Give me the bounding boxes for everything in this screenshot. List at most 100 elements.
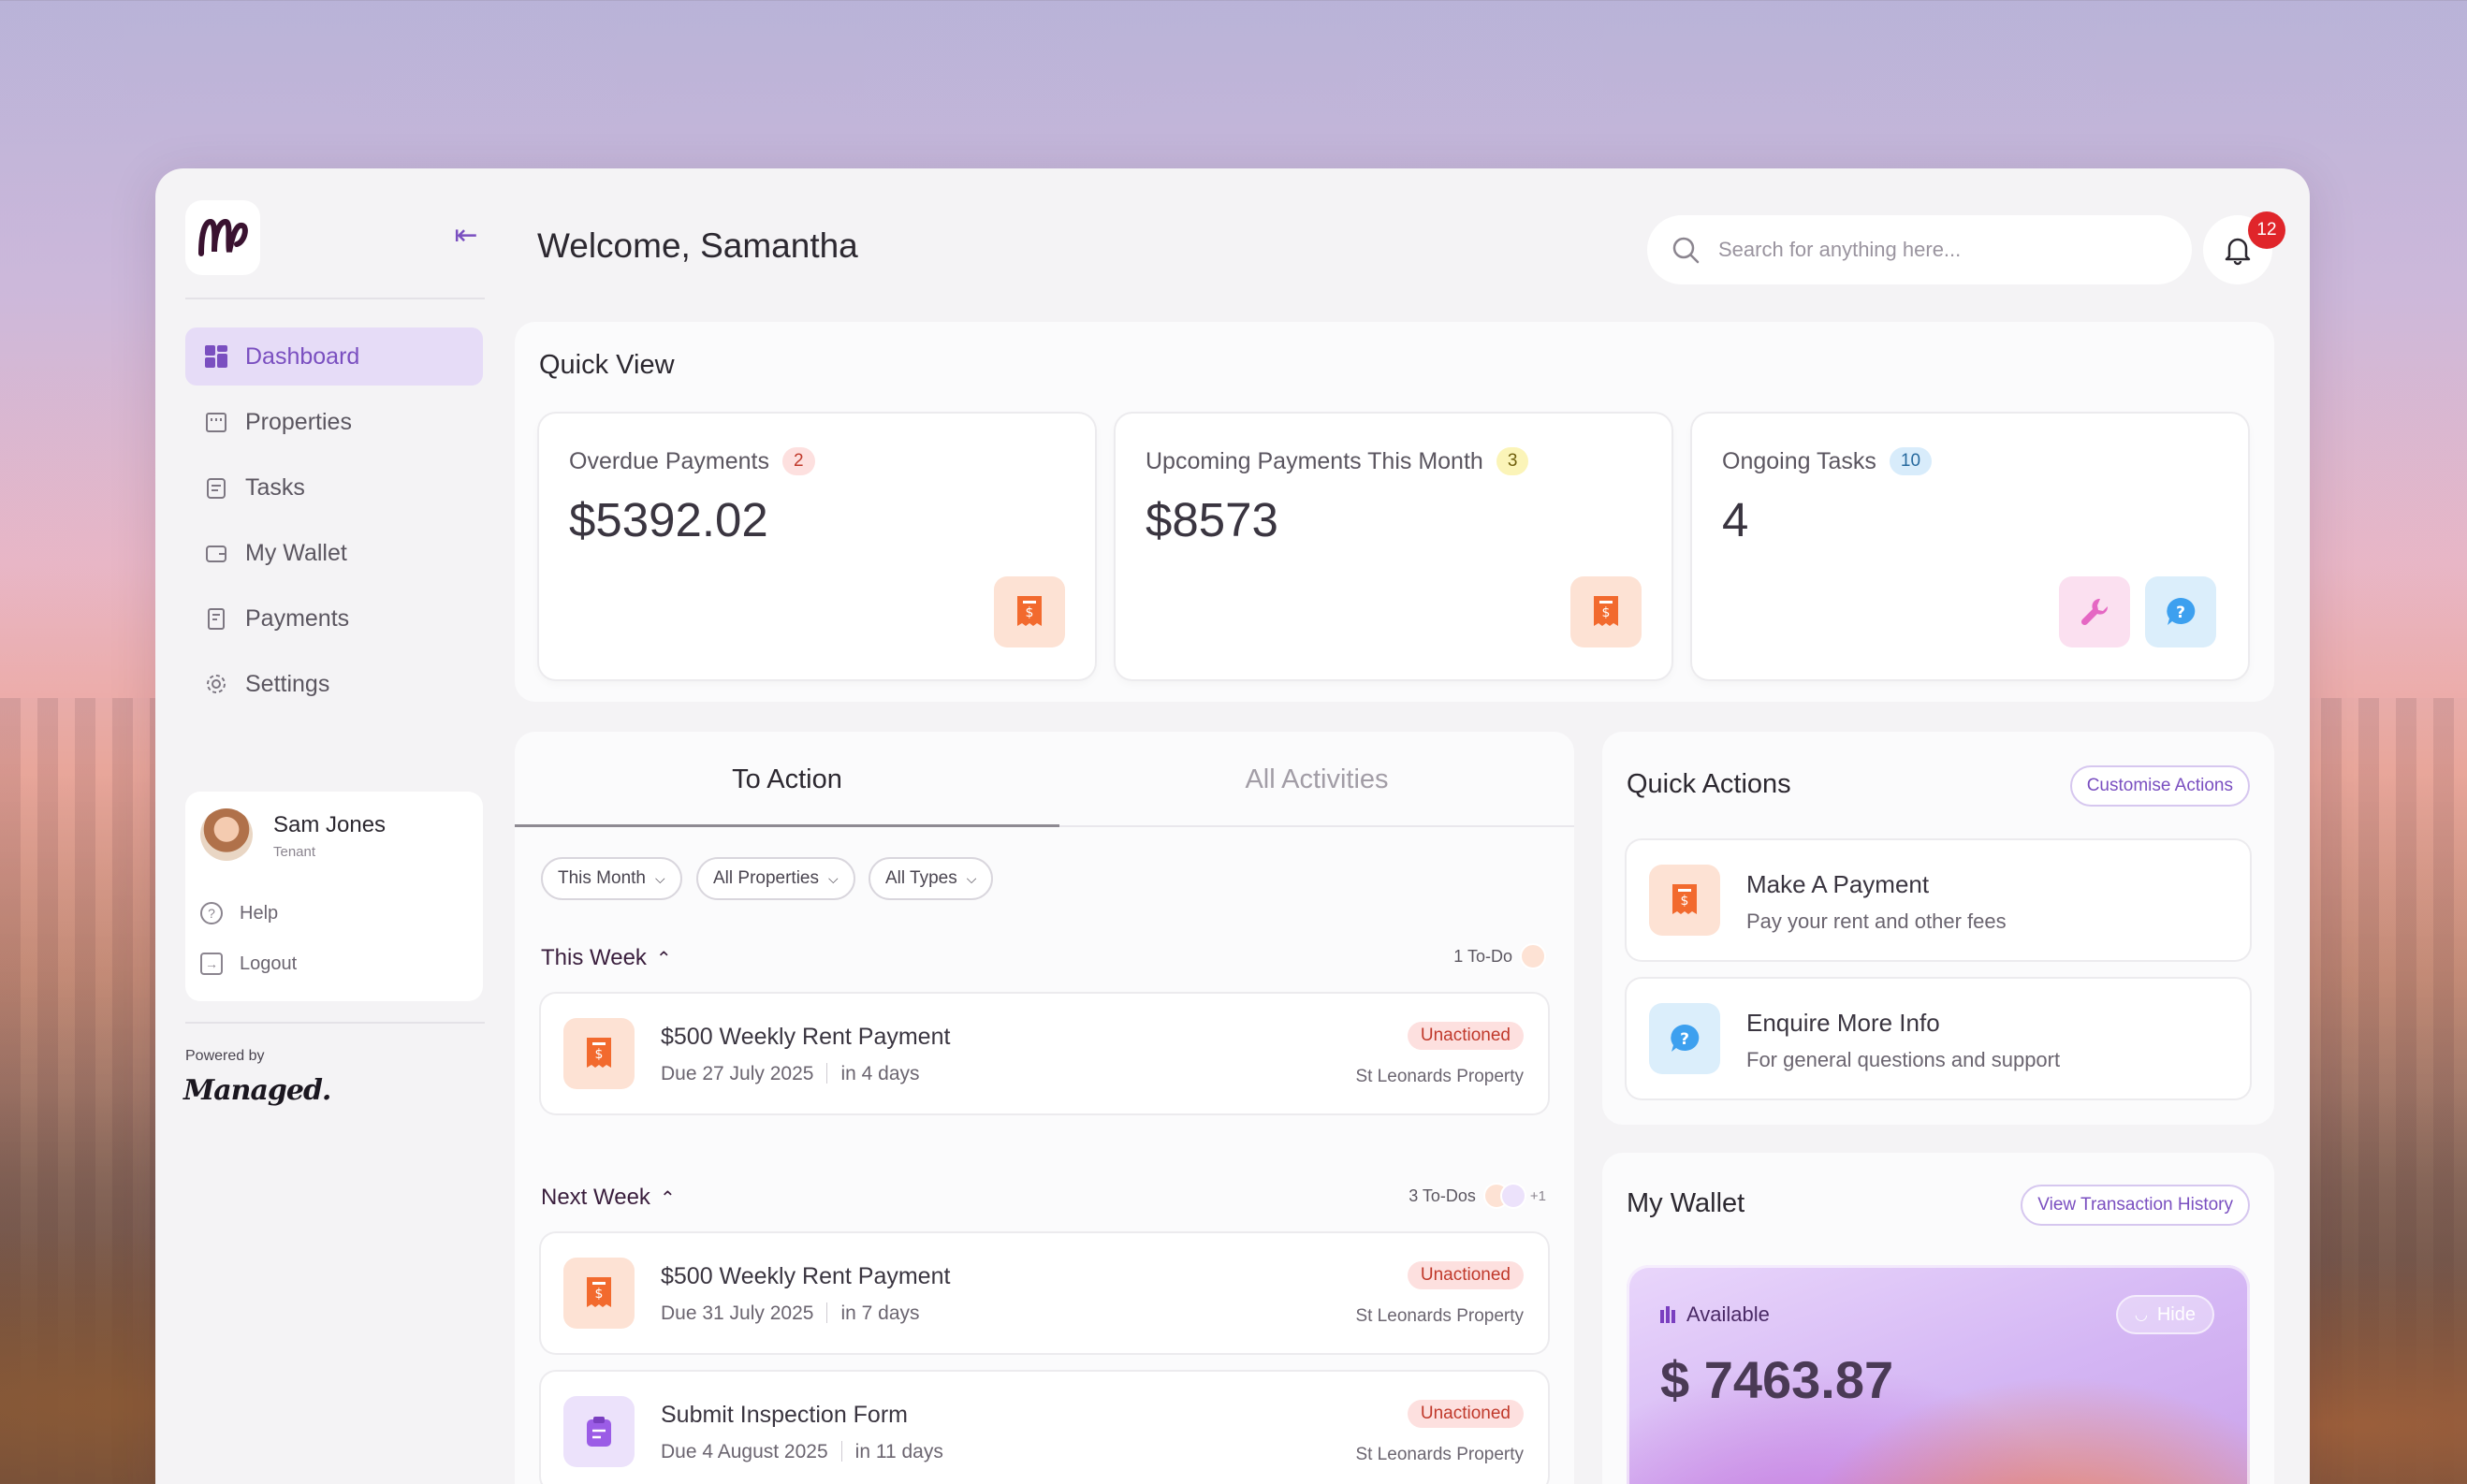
action-subtitle: Pay your rent and other fees (1746, 909, 2007, 933)
powered-by-label: Powered by (185, 1048, 265, 1064)
action-subtitle: For general questions and support (1746, 1048, 2061, 1071)
action-title: Make A Payment (1746, 870, 1930, 898)
task-due: Due 27 July 2025 in 4 days (661, 1063, 920, 1085)
sidebar-item-dashboard[interactable]: Dashboard (185, 327, 483, 386)
card-title-text: Upcoming Payments This Month (1146, 447, 1483, 474)
question-icon: ? (2145, 576, 2216, 647)
task-relative-due: in 7 days (840, 1302, 920, 1324)
quick-view-title: Quick View (539, 350, 675, 380)
filter-label: This Month (558, 868, 646, 888)
task-title: $500 Weekly Rent Payment (661, 1263, 951, 1289)
task-due-date: Due 4 August 2025 (661, 1441, 828, 1462)
help-link[interactable]: ? Help (200, 902, 278, 924)
notification-badge: 12 (2248, 211, 2285, 249)
search-icon (1672, 237, 1700, 264)
sidebar-item-properties[interactable]: Properties (185, 393, 483, 451)
filter-properties-dropdown[interactable]: All Properties ⌵ (696, 857, 855, 900)
quick-actions-panel: Quick Actions Customise Actions $ Make A… (1602, 732, 2274, 1125)
task-property: St Leonards Property (1355, 1445, 1524, 1464)
count-badge: 10 (1889, 447, 1933, 475)
task-item[interactable]: $ $500 Weekly Rent Payment Due 27 July 2… (541, 994, 1548, 1113)
page-title: Welcome, Samantha (537, 226, 858, 265)
bars-icon (1660, 1306, 1677, 1323)
activity-tabs: To Action All Activities (515, 732, 1574, 827)
wrench-icon (2059, 576, 2130, 647)
filter-label: All Types (885, 868, 957, 888)
user-card: Sam Jones Tenant ? Help → Logout (185, 792, 483, 1001)
svg-text:$: $ (595, 1047, 604, 1062)
logout-label: Logout (240, 953, 298, 974)
receipt-icon: $ (1649, 865, 1720, 936)
group-count: 3 To-Dos +1 (1409, 1183, 1546, 1209)
tab-to-action[interactable]: To Action (515, 732, 1059, 827)
group-toggle-this-week[interactable]: This Week ⌃ (541, 945, 672, 971)
filter-period-dropdown[interactable]: This Month ⌵ (541, 857, 682, 900)
group-count-label: 1 To-Do (1453, 946, 1512, 966)
task-due-date: Due 27 July 2025 (661, 1063, 814, 1084)
ongoing-tasks-card[interactable]: Ongoing Tasks 10 4 ? (1692, 414, 2248, 679)
divider (185, 1022, 485, 1024)
upcoming-payments-card[interactable]: Upcoming Payments This Month 3 $8573 $ (1116, 414, 1671, 679)
card-value: 4 (1722, 493, 1749, 546)
logout-link[interactable]: → Logout (200, 953, 297, 975)
card-title-text: Overdue Payments (569, 447, 769, 474)
wallet-title: My Wallet (1627, 1188, 1745, 1218)
clipboard-icon (563, 1396, 635, 1467)
help-icon: ? (200, 902, 223, 924)
receipt-icon (1520, 943, 1546, 969)
status-badge: Unactioned (1407, 1261, 1524, 1289)
task-property: St Leonards Property (1355, 1067, 1524, 1086)
search-input[interactable] (1718, 238, 2149, 262)
group-count: 1 To-Do (1453, 943, 1546, 969)
brand-logo[interactable] (185, 200, 260, 275)
receipt-icon: $ (994, 576, 1065, 647)
sidebar-item-tasks[interactable]: Tasks (185, 458, 483, 516)
receipt-icon: $ (563, 1018, 635, 1089)
card-value: $8573 (1146, 493, 1278, 546)
view-transaction-history-button[interactable]: View Transaction History (2021, 1185, 2250, 1226)
filter-label: All Properties (713, 868, 819, 888)
task-property: St Leonards Property (1355, 1306, 1524, 1326)
sidebar-item-my-wallet[interactable]: My Wallet (185, 524, 483, 582)
divider (840, 1441, 842, 1462)
sidebar-item-label: Payments (245, 604, 350, 632)
wallet-icon (202, 539, 230, 567)
receipt-icon: $ (563, 1258, 635, 1329)
sidebar-item-settings[interactable]: Settings (185, 655, 483, 713)
task-item[interactable]: Submit Inspection Form Due 4 August 2025… (541, 1372, 1548, 1484)
sidebar-item-payments[interactable]: Payments (185, 589, 483, 647)
chevron-down-icon: ⌵ (828, 870, 839, 886)
make-payment-action[interactable]: $ Make A Payment Pay your rent and other… (1627, 840, 2250, 960)
enquire-info-action[interactable]: ? Enquire More Info For general question… (1627, 979, 2250, 1098)
chevron-up-icon: ⌃ (659, 1187, 676, 1209)
filter-types-dropdown[interactable]: All Types ⌵ (869, 857, 994, 900)
search-bar[interactable] (1647, 215, 2192, 284)
status-badge: Unactioned (1407, 1400, 1524, 1428)
sidebar-item-label: Tasks (245, 473, 305, 501)
card-title: Overdue Payments 2 (569, 447, 815, 475)
svg-text:$: $ (1681, 894, 1689, 909)
gear-icon (202, 670, 230, 698)
task-item[interactable]: $ $500 Weekly Rent Payment Due 31 July 2… (541, 1233, 1548, 1353)
svg-text:?: ? (1680, 1030, 1689, 1049)
task-relative-due: in 4 days (840, 1063, 920, 1084)
group-title: This Week (541, 945, 647, 970)
count-badge: 2 (782, 447, 815, 475)
sidebar-item-label: Settings (245, 670, 330, 697)
hide-label: Hide (2156, 1303, 2196, 1325)
customise-actions-button[interactable]: Customise Actions (2069, 765, 2250, 807)
task-title: $500 Weekly Rent Payment (661, 1024, 951, 1050)
action-title: Enquire More Info (1746, 1009, 1940, 1037)
group-toggle-next-week[interactable]: Next Week ⌃ (541, 1185, 676, 1211)
chevron-down-icon: ⌵ (654, 870, 665, 886)
avatar[interactable] (200, 808, 253, 861)
hide-balance-button[interactable]: ◡ Hide (2115, 1295, 2214, 1334)
divider (826, 1063, 828, 1084)
svg-text:$: $ (1026, 605, 1034, 620)
sidebar-nav: Dashboard Properties Tasks My Wallet Pay… (185, 327, 483, 720)
collapse-sidebar-icon[interactable]: ⇤ (447, 217, 485, 255)
task-due: Due 4 August 2025 in 11 days (661, 1441, 943, 1463)
divider (826, 1302, 828, 1323)
overdue-payments-card[interactable]: Overdue Payments 2 $5392.02 $ (539, 414, 1095, 679)
tab-all-activities[interactable]: All Activities (1059, 732, 1574, 827)
